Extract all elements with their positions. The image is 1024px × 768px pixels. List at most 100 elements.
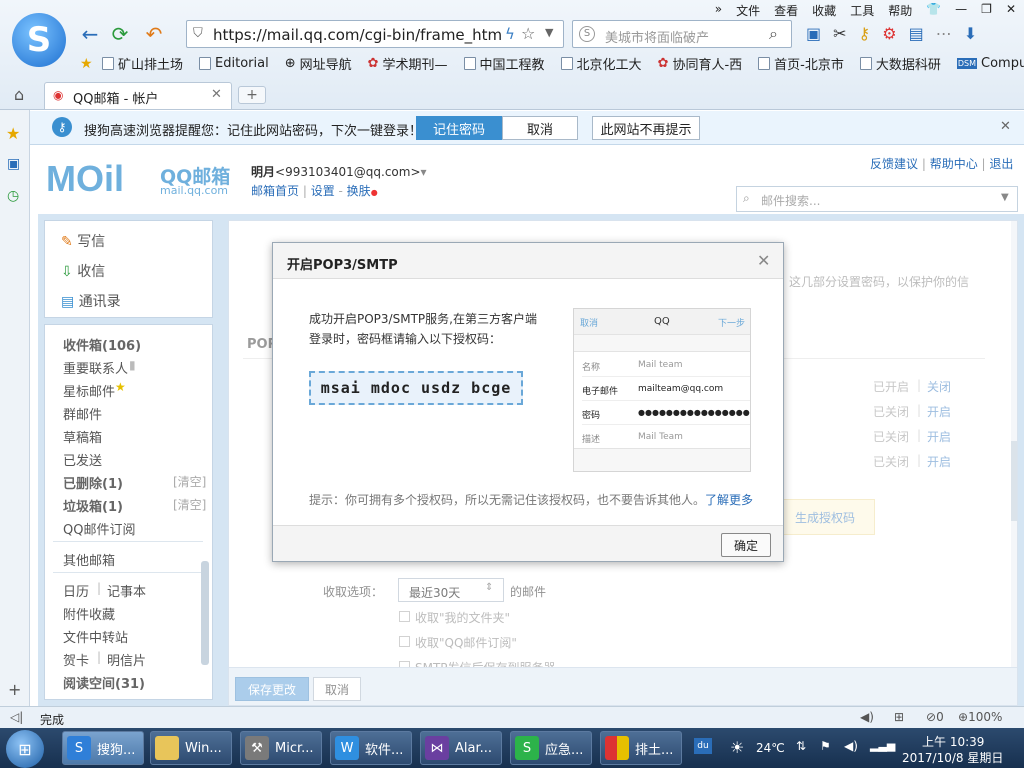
download-icon[interactable]: ⬇ <box>964 24 977 43</box>
fav-item[interactable]: Editorial <box>199 54 269 73</box>
taskbar-item-explorer[interactable]: Win... <box>150 731 232 765</box>
url-text[interactable]: https://mail.qq.com/cgi-bin/frame_html?s… <box>213 26 503 44</box>
restore-icon[interactable]: ❐ <box>981 2 992 19</box>
folder-spam[interactable]: 垃圾箱(1) <box>63 496 123 515</box>
notification-close-icon[interactable]: ✕ <box>1000 119 1011 134</box>
dropdown-icon[interactable]: ▼ <box>545 26 553 39</box>
postcard-link[interactable]: 明信片 <box>107 650 146 669</box>
remember-password-button[interactable]: 记住密码 <box>416 116 502 140</box>
compose-button[interactable]: ✎ 写信 <box>61 231 105 251</box>
fav-item[interactable]: DSMCompute <box>956 54 1024 73</box>
tray-volume-icon[interactable]: ◀) <box>844 739 858 753</box>
history-icon[interactable]: ◷ <box>7 188 19 204</box>
refresh-icon[interactable]: ⟳ <box>108 22 132 46</box>
translate-icon[interactable]: ▤ <box>909 24 924 43</box>
folder-important[interactable]: 重要联系人 <box>63 358 128 377</box>
mail-home-link[interactable]: 邮箱首页 <box>251 184 299 198</box>
folder-inbox[interactable]: 收件箱(106) <box>63 335 141 354</box>
address-bar[interactable]: ⛉ https://mail.qq.com/cgi-bin/frame_html… <box>186 20 564 48</box>
fav-item[interactable]: ⊕ 网址导航 <box>285 54 352 73</box>
settings-link[interactable]: 设置 <box>311 184 335 198</box>
scissors-icon[interactable]: ✂ <box>833 24 846 43</box>
volume-icon[interactable]: ◀) <box>860 710 874 724</box>
taskbar-item-emergency[interactable]: S 应急... <box>510 731 592 765</box>
logout-link[interactable]: 退出 <box>989 157 1013 171</box>
zoom-level[interactable]: ⊕100% <box>958 710 1002 724</box>
baidu-icon[interactable]: du <box>694 738 712 754</box>
star-icon[interactable]: ☆ <box>521 24 535 43</box>
skin-link[interactable]: 换肤 <box>347 184 371 198</box>
folder-drafts[interactable]: 草稿箱 <box>63 427 102 446</box>
contacts-button[interactable]: ▤ 通讯录 <box>61 291 121 311</box>
fav-item[interactable]: 大数据科研 <box>859 54 941 73</box>
other-mail-link[interactable]: 其他邮箱 <box>63 550 115 569</box>
clear-deleted-link[interactable]: [清空] <box>173 473 206 490</box>
search-engine-icon[interactable]: S <box>579 26 595 42</box>
menu-help[interactable]: 帮助 <box>888 2 912 19</box>
add-icon[interactable]: + <box>8 680 21 699</box>
home-icon[interactable]: ⌂ <box>14 85 24 104</box>
never-remind-button[interactable]: 此网站不再提示 <box>592 116 700 140</box>
tab-close-icon[interactable]: ✕ <box>211 87 222 102</box>
browser-search[interactable]: S 美城市将面临破产 ⌕ <box>572 20 792 48</box>
taskbar-item-micr[interactable]: ⚒ Micr... <box>240 731 322 765</box>
favorites-star-icon[interactable]: ★ <box>80 56 93 72</box>
qq-mail-logo[interactable]: MOil <box>46 158 124 200</box>
sidebar-toggle-icon[interactable]: ▣ <box>806 24 821 43</box>
reading-space-link[interactable]: 阅读空间(31) <box>63 673 145 692</box>
taskbar-item-dump[interactable]: 排土... <box>600 731 682 765</box>
search-icon[interactable]: ⌕ <box>769 24 778 44</box>
fav-item[interactable]: 中国工程教 <box>463 54 545 73</box>
reader-icon[interactable]: ▣ <box>7 156 20 172</box>
back-icon[interactable]: ← <box>78 22 102 46</box>
fav-item[interactable]: 北京化工大 <box>560 54 642 73</box>
close-window-icon[interactable]: ✕ <box>1006 2 1016 19</box>
user-email[interactable]: <993103401@qq.com> <box>275 165 421 179</box>
folder-deleted[interactable]: 已删除(1) <box>63 473 123 492</box>
mail-search-dropdown-icon[interactable]: ▼ <box>1001 192 1009 203</box>
minimize-icon[interactable]: — <box>955 2 967 19</box>
clock-date[interactable]: 2017/10/8 星期日 <box>902 749 1003 766</box>
dialog-close-icon[interactable]: ✕ <box>757 251 770 270</box>
tool-icon[interactable]: ⚙ <box>882 24 896 43</box>
confirm-button[interactable]: 确定 <box>721 533 771 557</box>
menu-view[interactable]: 查看 <box>774 2 798 19</box>
file-transfer-link[interactable]: 文件中转站 <box>63 627 128 646</box>
auth-code[interactable]: msai mdoc usdz bcge <box>309 371 523 405</box>
taskbar-item-sogou[interactable]: S 搜狗... <box>62 731 144 765</box>
sogou-logo-icon[interactable]: S <box>12 13 66 67</box>
cards-link[interactable]: 贺卡 <box>63 650 89 669</box>
start-button-icon[interactable]: ⊞ <box>6 730 44 768</box>
fav-item[interactable]: ✿ 学术期刊— <box>368 54 448 73</box>
receive-button[interactable]: ⇩ 收信 <box>61 261 105 281</box>
folder-group[interactable]: 群邮件 <box>63 404 102 423</box>
favorites-icon[interactable]: ★ <box>6 124 20 143</box>
collapse-sidebar-icon[interactable]: ◁| <box>10 710 23 724</box>
menu-file[interactable]: 文件 <box>736 2 760 19</box>
learn-more-link[interactable]: 了解更多 <box>705 493 753 507</box>
notes-link[interactable]: 记事本 <box>107 581 146 600</box>
clock-time[interactable]: 上午 10:39 <box>922 733 984 750</box>
fav-item[interactable]: 首页-北京市 <box>758 54 844 73</box>
folder-subscription[interactable]: QQ邮件订阅 <box>63 519 135 538</box>
folder-scrollbar[interactable] <box>201 561 209 665</box>
fav-item[interactable]: ✿ 协同育人-西 <box>658 54 743 73</box>
weather-sun-icon[interactable]: ☀ <box>730 738 744 757</box>
taskbar-item-alar[interactable]: ⋈ Alar... <box>420 731 502 765</box>
feedback-link[interactable]: 反馈建议 <box>870 157 918 171</box>
taskbar-item-software[interactable]: W 软件... <box>330 731 412 765</box>
lightning-icon[interactable]: ϟ <box>505 25 515 43</box>
folder-starred[interactable]: 星标邮件 <box>63 381 115 400</box>
tray-signal-icon[interactable]: ▂▃▅ <box>870 739 895 752</box>
cancel-notification-button[interactable]: 取消 <box>502 116 578 140</box>
menu-favorites[interactable]: 收藏 <box>812 2 836 19</box>
key-icon[interactable]: ⚷ <box>859 24 871 43</box>
clear-spam-link[interactable]: [清空] <box>173 496 206 513</box>
fav-item[interactable]: 矿山排土场 <box>102 54 183 73</box>
menu-tools[interactable]: 工具 <box>850 2 874 19</box>
mail-search-input[interactable]: ⌕ 邮件搜索... ▼ <box>736 186 1018 212</box>
folder-sent[interactable]: 已发送 <box>63 450 102 469</box>
new-tab-button[interactable]: + <box>238 86 266 104</box>
network-icon[interactable]: ⊞ <box>894 710 904 724</box>
shirt-icon[interactable]: 👕 <box>926 2 941 19</box>
